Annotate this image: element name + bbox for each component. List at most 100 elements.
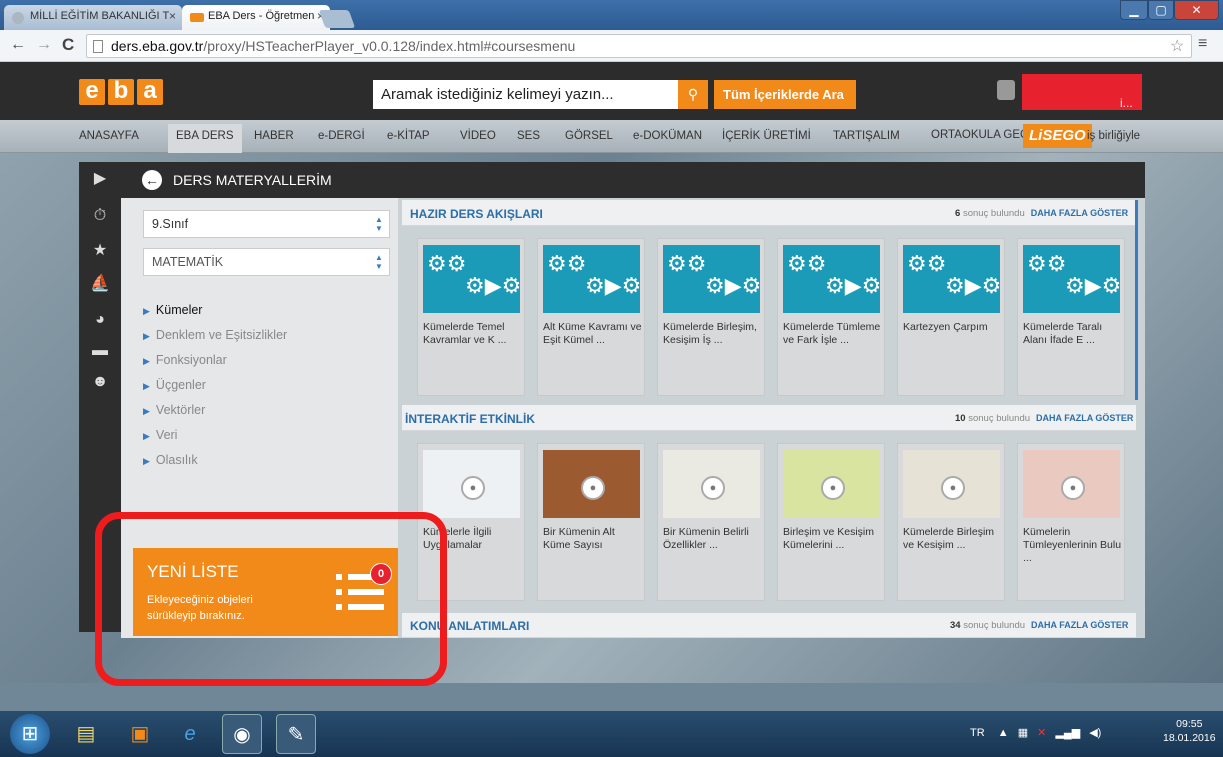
lesson-card[interactable]: ⚙⚙ ⚙▶⚙ Kümelerde Tümleme ve Fark İşle ... xyxy=(777,238,885,396)
activity-card[interactable]: ● Kümelerde Birleşim ve Kesişim ... xyxy=(897,443,1005,601)
activity-card[interactable]: ● Kümelerin Tümleyenlerinin Bulu ... xyxy=(1017,443,1125,601)
reload-icon[interactable]: C xyxy=(62,35,74,55)
topic-item[interactable]: ▶ Üçgenler xyxy=(143,378,206,392)
play-icon[interactable]: ▶ xyxy=(79,164,121,194)
chrome-icon[interactable]: ◉ xyxy=(222,714,262,754)
grade-select[interactable]: 9.Sınıf ▲ ▼ xyxy=(143,210,390,238)
topic-label: Denklem ve Eşitsizlikler xyxy=(155,328,288,342)
pie-chart-icon[interactable]: ◕ xyxy=(79,305,121,335)
star-icon[interactable]: ☆ xyxy=(1170,36,1184,56)
mouse-icon: ● xyxy=(581,476,605,500)
activity-card[interactable]: ● Bir Kümenin Belirli Özellikler ... xyxy=(657,443,765,601)
menu-icon[interactable]: ≡ xyxy=(1198,35,1207,53)
show-hidden-icon[interactable]: ▲ xyxy=(998,727,1009,739)
ship-icon[interactable]: ⛵ xyxy=(79,269,121,299)
maximize-icon[interactable]: ▢ xyxy=(1148,0,1174,20)
minimize-icon[interactable]: ▁ xyxy=(1120,0,1148,20)
avatar[interactable] xyxy=(997,80,1015,100)
clock-time: 09:55 xyxy=(1176,718,1203,730)
signal-icon[interactable]: ▂▄▆ xyxy=(1055,727,1080,739)
triangle-right-icon: ▶ xyxy=(143,306,150,316)
activity-thumbnail: ● xyxy=(783,450,880,518)
lesson-card[interactable]: ⚙⚙ ⚙▶⚙ Alt Küme Kavramı ve Eşit Kümel ... xyxy=(537,238,645,396)
forward-arrow-icon[interactable]: → xyxy=(36,36,52,54)
select-arrows-icon: ▲ ▼ xyxy=(375,215,383,233)
subject-select[interactable]: MATEMATİK ▲ ▼ xyxy=(143,248,390,276)
topic-item[interactable]: ▶ Kümeler xyxy=(143,303,202,317)
close-window-icon[interactable]: ✕ xyxy=(1174,0,1219,20)
back-arrow-icon[interactable]: ← xyxy=(10,36,26,54)
back-circle-icon[interactable]: ← xyxy=(142,170,162,190)
search-icon[interactable]: ⚲ xyxy=(678,80,708,109)
select-arrows-icon: ▲ ▼ xyxy=(375,253,383,271)
show-more-link[interactable]: DAHA FAZLA GÖSTER xyxy=(1036,413,1133,423)
topic-item[interactable]: ▶ Veri xyxy=(143,428,177,442)
count-text: sonuç bulundu xyxy=(962,208,1025,219)
show-more-link[interactable]: DAHA FAZLA GÖSTER xyxy=(1031,620,1128,630)
nav-item-video[interactable]: VİDEO xyxy=(460,130,496,142)
search-input[interactable]: Aramak istediğiniz kelimeyi yazın... xyxy=(373,80,707,109)
user-name[interactable]: i... xyxy=(1022,74,1142,110)
topic-label: Üçgenler xyxy=(155,378,206,392)
nav-item-eba-ders[interactable]: EBA DERS xyxy=(168,124,242,153)
close-tab-icon[interactable]: × xyxy=(169,9,176,23)
new-tab-button[interactable] xyxy=(318,10,356,28)
clock-date: 18.01.2016 xyxy=(1163,732,1216,744)
eba-logo[interactable]: e b a xyxy=(79,79,163,105)
show-more-link[interactable]: DAHA FAZLA GÖSTER xyxy=(1031,208,1128,218)
topic-item[interactable]: ▶ Fonksiyonlar xyxy=(143,353,227,367)
nav-item-tartisalim[interactable]: TARTIŞALIM xyxy=(833,130,900,142)
lisego-logo[interactable]: LiSEGO xyxy=(1023,124,1092,148)
nav-item-haber[interactable]: HABER xyxy=(254,130,294,142)
lesson-card[interactable]: ⚙⚙ ⚙▶⚙ Kartezyen Çarpım xyxy=(897,238,1005,396)
triangle-right-icon: ▶ xyxy=(143,406,150,416)
lesson-card[interactable]: ⚙⚙ ⚙▶⚙ Kümelerde Taralı Alanı İfade E ... xyxy=(1017,238,1125,396)
topic-item[interactable]: ▶ Denklem ve Eşitsizlikler xyxy=(143,328,287,342)
activity-card[interactable]: ● Bir Kümenin Alt Küme Sayısı xyxy=(537,443,645,601)
internet-explorer-icon[interactable]: e xyxy=(170,714,210,754)
browser-tab-eba[interactable]: EBA Ders - Öğretmen × xyxy=(182,5,330,30)
paint-icon[interactable]: ✎ xyxy=(276,714,316,754)
nav-item-e-dokuman[interactable]: e-DOKÜMAN xyxy=(633,130,702,142)
count-value: 6 xyxy=(955,208,961,219)
activity-card[interactable]: ● Birleşim ve Kesişim Kümelerini ... xyxy=(777,443,885,601)
lesson-card[interactable]: ⚙⚙ ⚙▶⚙ Kümelerde Birleşim, Kesişim İş ... xyxy=(657,238,765,396)
network-icon[interactable]: ▦ xyxy=(1018,727,1028,739)
browser-tab-meb[interactable]: MİLLİ EĞİTİM BAKANLIĞI T × xyxy=(4,5,182,30)
lesson-card[interactable]: ⚙⚙ ⚙▶⚙ Kümelerde Temel Kavramlar ve K ... xyxy=(417,238,525,396)
nav-item-icerik-uretimi[interactable]: İÇERİK ÜRETİMİ xyxy=(722,130,811,142)
subject-select-value: MATEMATİK xyxy=(152,255,224,269)
media-player-icon[interactable]: ▣ xyxy=(120,714,160,754)
nav-item-ses[interactable]: SES xyxy=(517,130,540,142)
url-path: /proxy/HSTeacherPlayer_v0.0.128/index.ht… xyxy=(203,38,576,54)
topic-label: Kümeler xyxy=(155,303,203,317)
address-bar[interactable]: ders.eba.gov.tr/proxy/HSTeacherPlayer_v0… xyxy=(86,34,1192,58)
topic-item[interactable]: ▶ Olasılık xyxy=(143,453,198,467)
topic-item[interactable]: ▶ Vektörler xyxy=(143,403,205,417)
globe-icon xyxy=(12,12,24,24)
volume-icon[interactable]: ◀) xyxy=(1089,727,1101,739)
section-title: İNTERAKTİF ETKİNLİK xyxy=(405,412,535,426)
topic-label: Fonksiyonlar xyxy=(155,353,227,367)
start-button-icon[interactable]: ⊞ xyxy=(10,714,50,754)
search-scope-label: Tüm İçeriklerde Ara xyxy=(723,87,844,102)
gears-thumbnail: ⚙⚙ ⚙▶⚙ xyxy=(543,245,640,313)
nav-item-gorsel[interactable]: GÖRSEL xyxy=(565,130,613,142)
nav-item-ortaokula-gec[interactable]: ORTAOKULA GEÇ xyxy=(931,129,1028,141)
action-center-icon[interactable]: ✕ xyxy=(1037,727,1046,739)
search-scope-button[interactable]: Tüm İçeriklerde Ara ⌄ xyxy=(714,80,856,131)
clock[interactable]: 09:55 18.01.2016 xyxy=(1163,717,1216,745)
nav-item-e-dergi[interactable]: e-DERGİ xyxy=(318,130,365,142)
count-value: 10 xyxy=(955,413,966,424)
nav-item-anasayfa[interactable]: ANASAYFA xyxy=(79,130,139,142)
folder-icon[interactable]: ▬ xyxy=(79,336,121,366)
language-indicator[interactable]: TR xyxy=(970,727,985,739)
card-title: Birleşim ve Kesişim Kümelerini ... xyxy=(783,526,875,551)
file-explorer-icon[interactable]: ▤ xyxy=(66,714,106,754)
nav-item-e-kitap[interactable]: e-KİTAP xyxy=(387,130,430,142)
users-icon[interactable]: ☻ xyxy=(79,367,121,397)
section-count: 34 sonuç bulundu DAHA FAZLA GÖSTER xyxy=(950,620,1128,631)
scrollbar[interactable] xyxy=(1135,200,1138,400)
stopwatch-icon[interactable]: ⏱ xyxy=(79,201,121,231)
star-icon[interactable]: ★ xyxy=(79,236,121,266)
